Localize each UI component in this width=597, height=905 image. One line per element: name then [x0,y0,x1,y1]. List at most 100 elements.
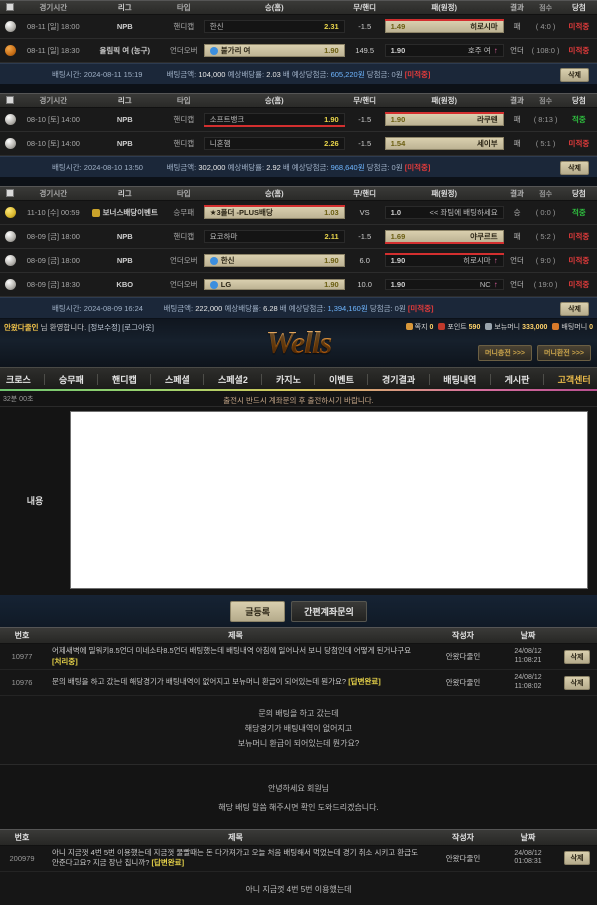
slip-footer: 배팅시간: 2024-08-10 13:50 배팅금액: 302,000 예상배당… [0,156,597,178]
league-name: NPB [86,15,164,38]
board-table-2: 번호 제목 작성자 날짜 200979 아니 지금껏 4번 5번 이용했는데 지금껏 물… [0,828,597,872]
home-pick[interactable]: 한신 2.31 [203,20,345,33]
checkbox-icon[interactable] [6,188,15,197]
post-title[interactable]: 어제새벽에 밀워키8.5언더 미네소타8.5언더 배팅했는데 배팅내역 아침에 … [44,644,427,668]
post-title[interactable]: 아니 지금껏 4번 5번 이용했는데 지금껏 물빨때는 돈 다가져가고 오늘 처… [44,846,427,870]
league-name: 보너스배당이벤트 [86,201,164,224]
nav-item-0[interactable]: 크로스 [4,373,33,386]
select-all-checkbox[interactable] [0,2,21,13]
match-time: 08-09 [금] 18:00 [26,256,80,265]
nav-item-4[interactable]: 스페셜2 [216,373,250,386]
home-pick[interactable]: 한신 1.90 [203,254,345,267]
bet-summary: 배팅금액: 302,000 예상배당률: 2.92 배 예상당첨금: 968,6… [167,162,431,173]
win-status: 미적중 [568,46,590,55]
column-header-c-score: 점수 [539,190,553,198]
away-pick[interactable]: 1.90 라쿠텐 [384,112,504,126]
match-result: 패 [513,115,521,124]
checkbox-icon[interactable] [6,95,15,104]
bet-type: 언더오버 [169,46,198,55]
column-header-c-type: 타입 [176,96,191,105]
nav-item-8[interactable]: 배팅내역 [441,373,478,386]
home-pick[interactable]: LG 1.90 [203,279,345,290]
nav-item-9[interactable]: 게시판 [503,373,532,386]
win-status: 미적중 [568,280,590,289]
submit-post-button[interactable]: 글등록 [230,600,286,622]
nav-item-1[interactable]: 승무패 [57,373,86,386]
home-pick[interactable]: 불가리 여 1.90 [203,44,345,57]
checkbox-icon[interactable] [6,2,15,11]
column-header-c-score: 점수 [539,4,553,12]
league-label: NPB [116,22,133,31]
site-header: 안왔다줄인 님 환영합니다. [정보수정] [로그아웃] 쪽지 0포인트 590… [0,319,597,367]
away-pick[interactable]: 1.90 NC ↑ [384,279,504,290]
home-pick[interactable]: 요코하마 2.11 [203,230,345,243]
post-reply-1: 안녕하세요 회원님 해당 배팅 말씀 해주시면 확인 도와드리겠습니다. [0,764,597,829]
home-pick[interactable]: 니혼햄 2.26 [203,137,345,150]
content-textarea[interactable] [70,411,588,589]
column-header-c-hd: 무/핸디 [353,189,377,198]
delete-post-button[interactable]: 삭제 [563,675,591,690]
rate-label: 예상배당률: [224,303,264,313]
away-odds: 1.90 [390,280,406,289]
away-pick[interactable]: 1.90 히로시마 ↑ [384,253,504,267]
delete-slip-button[interactable]: 삭제 [560,302,589,316]
post-title[interactable]: 문의 배팅을 하고 갔는데 해당경기가 배팅내역이 없어지고 보뉴머니 환급이 … [44,675,427,689]
post-title-text: 아니 지금껏 4번 5번 이용했는데 지금껏 물빨때는 돈 다가져가고 오늘 처… [52,848,418,868]
home-odds: 1.90 [324,280,339,289]
away-pick[interactable]: 1.69 야쿠르트 [384,230,504,244]
nav-item-10[interactable]: 고객센터 [556,373,593,386]
select-all-checkbox[interactable] [0,95,21,106]
away-odds: 1.54 [390,139,406,148]
away-odds: 1.90 [390,256,406,265]
nav-item-3[interactable]: 스페셜 [163,373,192,386]
delete-post-button[interactable]: 삭제 [563,851,591,866]
baseball-ball-icon [4,255,16,266]
blue-dot-icon [209,280,218,289]
blue-dot-icon [209,46,218,55]
nav-item-7[interactable]: 경기결과 [380,373,417,386]
league-label: NPB [116,232,133,241]
post-writer: 안왔다줄인 [445,652,481,661]
home-odds: 2.11 [324,232,339,241]
handicap-value: VS [359,208,370,217]
delete-slip-button[interactable]: 삭제 [560,161,589,175]
nav-item-5[interactable]: 카지노 [274,373,303,386]
nav-item-6[interactable]: 이벤트 [327,373,356,386]
match-result: 패 [513,22,521,31]
delete-post-button[interactable]: 삭제 [563,649,591,664]
bet-slip-list: 경기시간 리그 타입 승(홈) 무/핸디 패(원정) 결과 점수 당첨 08-11 [일] 18:… [0,0,597,319]
rate-value: 2.03 [266,69,283,79]
home-pick[interactable]: 소프트뱅크 1.90 [203,113,345,127]
nav-item-2[interactable]: 핸디캡 [110,373,139,386]
home-team-name: 한신 [209,22,224,31]
league-name: NPB [86,108,164,131]
home-pick[interactable]: ★3폴더 -PLUS배당 1.03 [203,205,345,219]
column-header-c-type: 타입 [176,189,191,198]
post-line-line-0: 아니 지금껏 4번 5번 이용했는데 [245,884,352,894]
slip-1: 경기시간 리그 타입 승(홈) 무/핸디 패(원정) 결과 점수 당첨 08-11 [일] 18:… [0,0,597,85]
match-time: 08-11 [일] 18:00 [27,22,80,31]
match-score: ( 5:2 ) [535,232,556,241]
select-all-checkbox[interactable] [0,188,21,199]
column-header-c-time: 경기시간 [39,3,68,12]
basketball-ball-icon [4,45,16,56]
bet-amount-value: 302,000 [198,162,228,172]
away-pick[interactable]: 1.49 히로시마 [384,19,504,33]
league-name: 올림픽 여 (농구) [86,39,164,62]
bet-amount-value: 104,000 [198,69,228,79]
money-charge-button[interactable]: 머니충전 >>> [478,345,533,361]
away-pick[interactable]: 1.90 호주 여 ↑ [384,44,504,57]
money-exchange-button[interactable]: 머니환전 >>> [537,345,591,361]
away-pick[interactable]: 1.0 << 좌팀에 배팅하세요 [384,206,504,219]
handicap-value: -1.5 [358,115,372,124]
board-col-b-date: 날짜 [520,631,536,640]
expected-label: 배 예상당첨금: [279,303,328,313]
delete-slip-button[interactable]: 삭제 [560,68,589,82]
payout-label: 당첨금: 0원 [366,162,405,172]
column-header-c-away: 패(원정) [431,189,458,198]
home-team-name: LG [220,280,232,289]
away-pick[interactable]: 1.54 세이부 [384,137,504,150]
account-inquiry-button[interactable]: 간편계좌문의 [291,600,367,622]
home-team-name: 불가리 여 [220,46,251,55]
home-odds: 2.26 [324,139,339,148]
